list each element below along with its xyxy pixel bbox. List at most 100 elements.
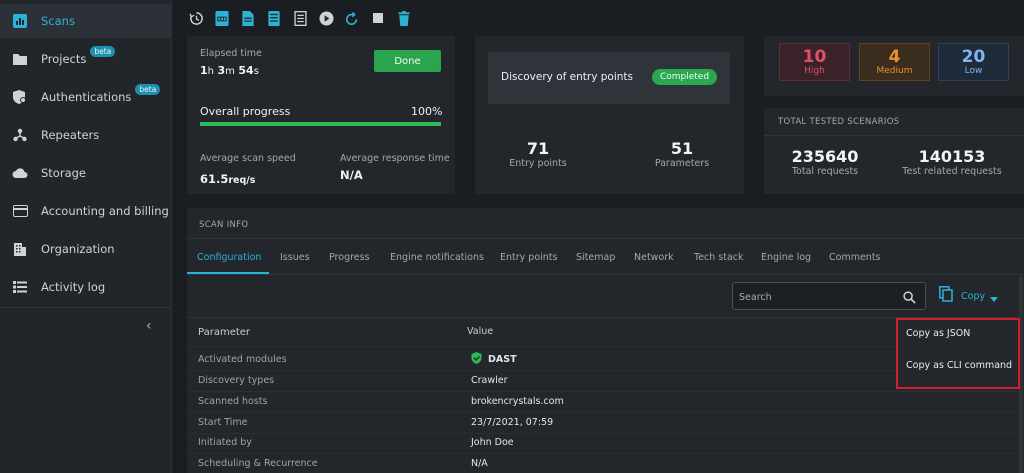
beta-badge: beta: [135, 83, 161, 95]
total-requests-value: 235640: [791, 147, 859, 166]
repeater-icon: [12, 127, 28, 143]
tab-progress[interactable]: Progress: [329, 252, 370, 263]
sidebar-item-label: Scans: [41, 14, 75, 28]
param-value-scheduling: N/A: [471, 458, 488, 469]
collapse-sidebar-icon[interactable]: ‹: [146, 318, 158, 334]
column-header-parameter: Parameter: [198, 327, 251, 338]
delete-icon[interactable]: [392, 6, 416, 30]
parameters-label: Parameters: [654, 158, 710, 169]
tab-comments[interactable]: Comments: [829, 252, 881, 263]
unit-minutes: m: [225, 66, 235, 77]
related-requests-label: Test related requests: [902, 166, 1002, 177]
unit-hours: h: [207, 66, 214, 77]
play-icon[interactable]: [314, 6, 338, 30]
scan-info-divider: [187, 238, 1023, 239]
tab-engine-notifications[interactable]: Engine notifications: [390, 252, 484, 263]
discovery-label: Discovery of entry points: [501, 71, 634, 83]
pdf-icon[interactable]: [210, 6, 234, 30]
table-row-rule: [187, 453, 1023, 454]
param-label-start-time: Start Time: [198, 417, 248, 428]
overall-progress-value: 100%: [411, 105, 443, 118]
response-time-value: N/A: [340, 168, 363, 182]
retest-icon[interactable]: [340, 6, 364, 30]
overall-progress-fill: [200, 122, 441, 126]
severity-medium[interactable]: 4 Medium: [859, 43, 930, 81]
elapsed-seconds: 54: [238, 64, 254, 77]
total-requests-stat: 235640 Total requests: [775, 147, 875, 177]
severity-low[interactable]: 20 Low: [938, 43, 1009, 81]
search-box: [732, 282, 926, 310]
activated-module: DAST: [488, 354, 517, 365]
sidebar-item-label: Projects: [41, 52, 87, 66]
sidebar-item-repeaters[interactable]: Repeaters: [0, 118, 172, 152]
unit-seconds: s: [253, 66, 259, 77]
parameters-value: 51: [670, 139, 694, 158]
sidebar-item-scans[interactable]: Scans: [0, 4, 172, 38]
sidebar-item-authentications[interactable]: Authentications beta: [0, 80, 172, 114]
search-icon[interactable]: [903, 289, 916, 308]
copy-as-cli-item[interactable]: Copy as CLI command: [906, 360, 1012, 371]
related-requests-value: 140153: [918, 147, 986, 166]
column-header-value: Value: [467, 326, 494, 337]
table-report-icon[interactable]: [288, 6, 312, 30]
severity-high-label: High: [804, 66, 825, 76]
elapsed-time-label: Elapsed time: [200, 48, 262, 59]
tab-tech-stack[interactable]: Tech stack: [694, 252, 744, 263]
chevron-down-icon: [990, 287, 999, 306]
history-icon[interactable]: [184, 6, 208, 30]
scan-info-title: SCAN INFO: [199, 220, 249, 230]
scenarios-divider: [764, 135, 1024, 136]
scan-speed-value: 61.5req/s: [200, 168, 255, 187]
tab-network[interactable]: Network: [634, 252, 674, 263]
related-requests-stat: 140153 Test related requests: [897, 147, 1007, 177]
sidebar-item-activity-log[interactable]: Activity log: [0, 270, 172, 304]
elapsed-minutes: 3: [217, 64, 226, 77]
sidebar-item-label: Storage: [41, 166, 86, 180]
entry-points-label: Entry points: [509, 158, 567, 169]
param-value-start-time: 23/7/2021, 07:59: [471, 417, 554, 428]
parameters-stat: 51 Parameters: [642, 139, 722, 169]
param-label-initiated-by: Initiated by: [198, 437, 252, 448]
tab-issues[interactable]: Issues: [280, 252, 310, 263]
scan-speed-label: Average scan speed: [200, 153, 296, 164]
scan-speed-unit: req/s: [228, 175, 256, 186]
entry-points-value: 71: [526, 139, 550, 158]
done-button[interactable]: Done: [374, 50, 441, 72]
total-requests-label: Total requests: [791, 166, 859, 177]
severity-low-label: Low: [964, 66, 983, 76]
param-label-scanned-hosts: Scanned hosts: [198, 396, 268, 407]
param-value-scanned-hosts: brokencrystals.com: [471, 396, 564, 407]
scenarios-title: TOTAL TESTED SCENARIOS: [778, 117, 900, 127]
document-icon[interactable]: [236, 6, 260, 30]
sidebar-divider: [0, 307, 172, 308]
response-time-label: Average response time: [340, 153, 450, 164]
chart-bar-icon: [12, 13, 28, 29]
sidebar-item-accounting[interactable]: Accounting and billing: [0, 194, 172, 228]
report-icon[interactable]: [262, 6, 286, 30]
param-label-activated-modules: Activated modules: [198, 354, 287, 365]
sidebar-item-label: Repeaters: [41, 128, 100, 142]
param-value-discovery-types: Crawler: [471, 375, 508, 386]
list-icon: [12, 279, 28, 295]
sidebar-item-storage[interactable]: Storage: [0, 156, 172, 190]
discovery-status-badge: Completed: [652, 69, 717, 85]
search-input[interactable]: [739, 289, 889, 305]
copy-dropdown-button[interactable]: Copy: [939, 286, 999, 306]
severity-high[interactable]: 10 High: [779, 43, 850, 81]
sidebar-item-organization[interactable]: Organization: [0, 232, 172, 266]
tab-entry-points[interactable]: Entry points: [500, 252, 557, 263]
tab-sitemap[interactable]: Sitemap: [576, 252, 615, 263]
table-row-rule: [187, 412, 1023, 413]
elapsed-hours: 1: [200, 64, 208, 77]
tabs-divider: [187, 274, 1023, 275]
table-row-rule: [187, 391, 1023, 392]
tab-configuration[interactable]: Configuration: [197, 252, 261, 263]
tab-engine-log[interactable]: Engine log: [761, 252, 811, 263]
severity-medium-count: 4: [888, 47, 901, 67]
shield-gear-icon: [12, 89, 28, 105]
copy-as-json-item[interactable]: Copy as JSON: [906, 328, 970, 339]
stop-icon[interactable]: [366, 6, 390, 30]
active-tab-indicator: [187, 272, 269, 274]
severity-low-count: 20: [961, 47, 986, 67]
sidebar-item-projects[interactable]: Projects beta: [0, 42, 172, 76]
